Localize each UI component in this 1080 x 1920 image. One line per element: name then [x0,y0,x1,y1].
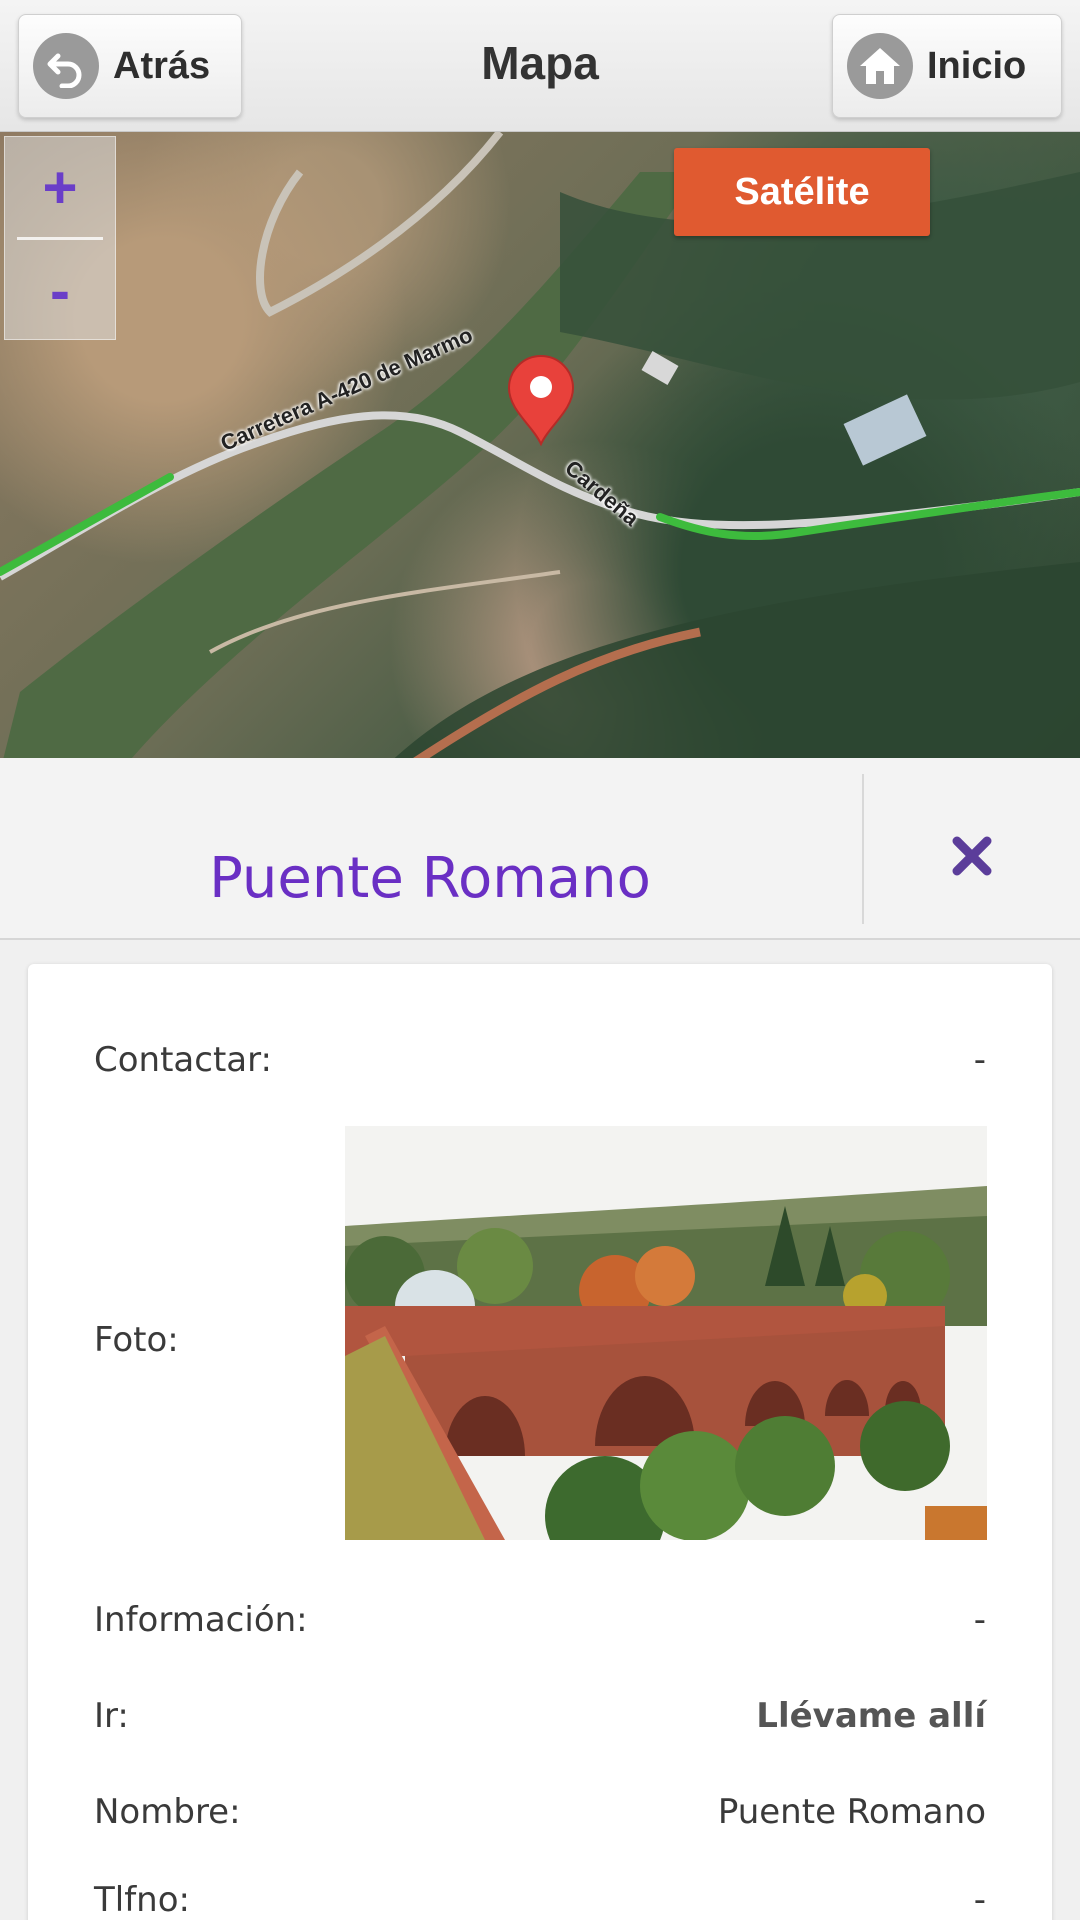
detail-label: Nombre: [94,1792,241,1832]
detail-label: Contactar: [94,1040,272,1080]
zoom-control: + - [4,136,116,340]
satellite-map[interactable]: Carretera A-420 de Marmo Cardeña + - Sat… [0,132,1080,758]
detail-row-name: Nombre: Puente Romano [94,1792,986,1832]
detail-value: - [973,1880,986,1920]
detail-row-info: Información: - [94,1600,986,1640]
satellite-toggle-button[interactable]: Satélite [674,148,930,236]
detail-label: Foto: [94,1320,179,1360]
zoom-out-button[interactable]: - [5,240,115,340]
house-icon [847,33,913,99]
poi-photo[interactable] [345,1126,987,1540]
detail-value: - [973,1040,986,1080]
detail-row-phone: Tlfno: - [94,1880,986,1920]
divider [862,774,864,924]
location-pin-icon[interactable] [505,354,577,451]
detail-label: Información: [94,1600,308,1640]
detail-row-go: Ir: Llévame allí [94,1696,986,1736]
detail-value: Puente Romano [717,1792,986,1832]
home-label: Inicio [927,44,1027,87]
details-card: Contactar: - Foto: Información: - Ir: Ll… [28,964,1052,1920]
poi-title: Puente Romano [209,846,651,911]
take-me-there-link[interactable]: Llévame allí [756,1696,986,1736]
poi-header: Puente Romano [0,758,1080,940]
detail-label: Ir: [94,1696,129,1736]
top-bar: Atrás Mapa Inicio [0,0,1080,132]
close-x-icon[interactable] [940,824,1004,888]
zoom-in-button[interactable]: + [5,137,115,237]
home-button[interactable]: Inicio [832,14,1062,118]
detail-value: - [973,1600,986,1640]
detail-row-contact: Contactar: - [94,1040,986,1080]
detail-label: Tlfno: [94,1880,190,1920]
